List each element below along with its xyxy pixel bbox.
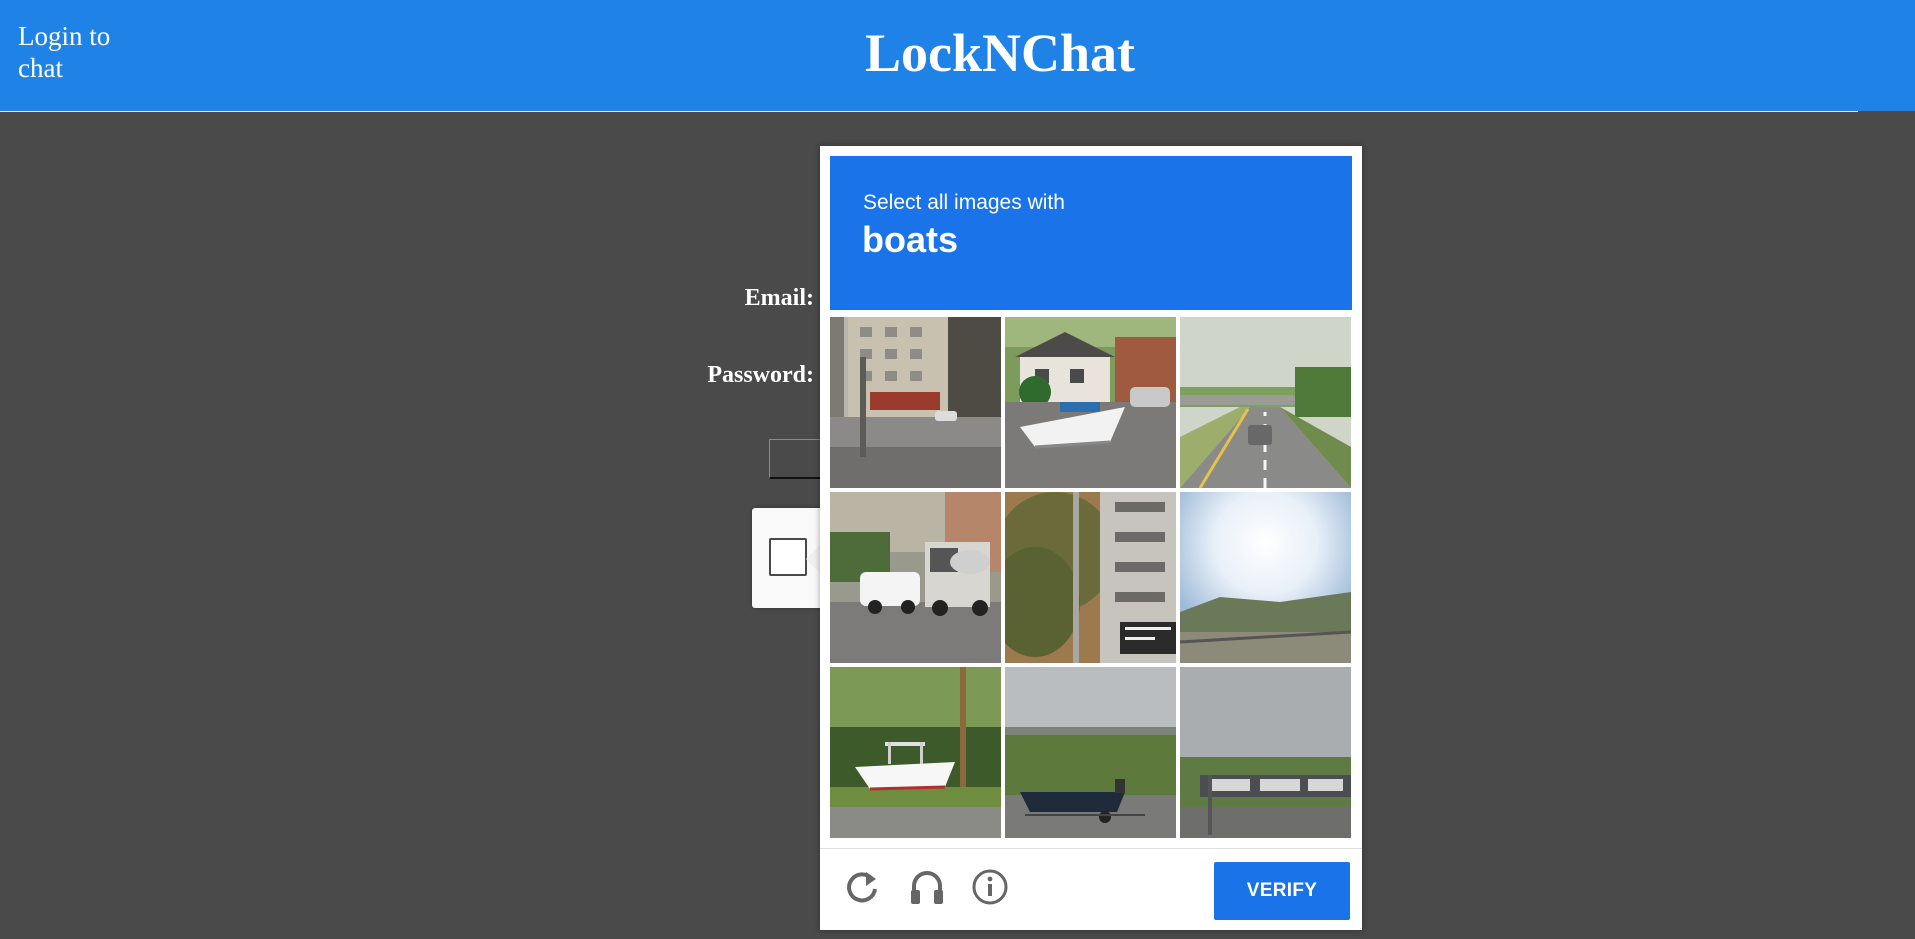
challenge-header: Select all images with boats <box>830 156 1352 310</box>
captcha-challenge: Select all images with boats VERIFY <box>820 146 1362 930</box>
challenge-pointer <box>806 545 820 573</box>
info-icon[interactable] <box>970 867 1010 907</box>
challenge-instruction: Select all images with <box>863 191 1065 214</box>
image-tile[interactable] <box>830 492 1001 663</box>
image-tile[interactable] <box>830 317 1001 488</box>
image-tile[interactable] <box>1180 317 1351 488</box>
site-title: LockNChat <box>864 23 1136 83</box>
email-label: Email: <box>744 285 814 311</box>
image-tile[interactable] <box>1180 492 1351 663</box>
header-divider <box>0 111 1858 112</box>
headphones-icon[interactable] <box>907 867 947 907</box>
challenge-keyword: boats <box>862 219 959 260</box>
verify-button[interactable]: VERIFY <box>1214 862 1350 920</box>
top-bar: Login to chat LockNChat <box>0 0 1915 111</box>
image-tile[interactable] <box>1005 492 1176 663</box>
recaptcha-checkbox[interactable] <box>769 538 807 576</box>
password-label: Password: <box>707 362 814 388</box>
image-tile[interactable] <box>830 667 1001 838</box>
image-grid <box>830 317 1352 839</box>
reload-icon[interactable] <box>842 867 882 907</box>
challenge-footer: VERIFY <box>820 848 1362 931</box>
image-tile[interactable] <box>1005 317 1176 488</box>
image-tile[interactable] <box>1180 667 1351 838</box>
image-tile[interactable] <box>1005 667 1176 838</box>
